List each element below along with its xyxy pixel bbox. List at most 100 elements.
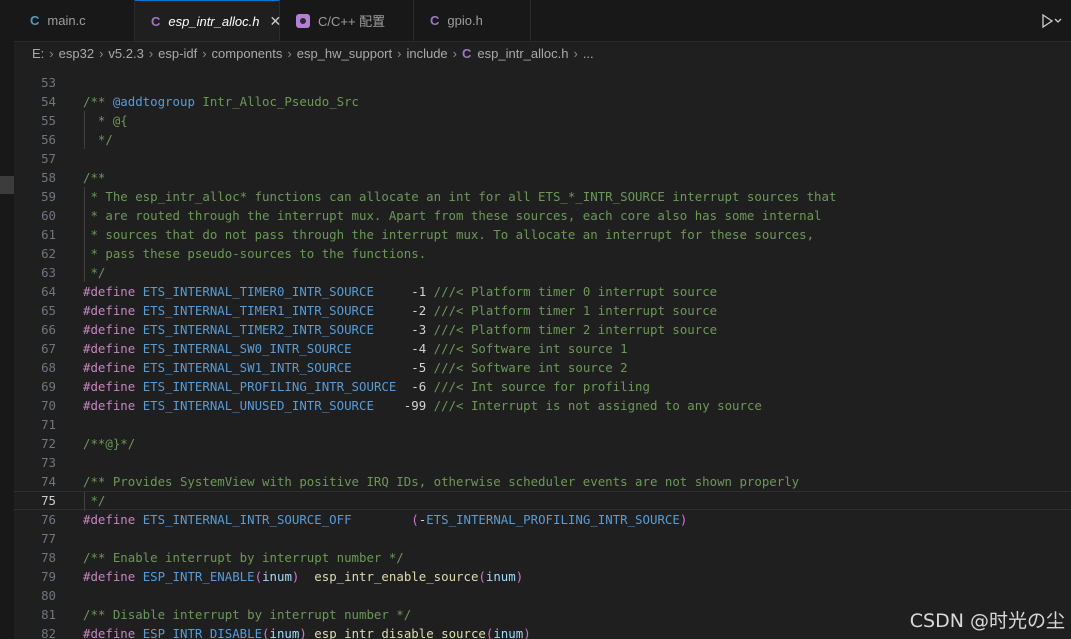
code-token: */: [83, 493, 106, 508]
code-token: * are routed through the interrupt mux. …: [83, 208, 822, 223]
tab-main-c[interactable]: C main.c: [14, 0, 135, 41]
code-token: inum: [493, 626, 524, 639]
code-line[interactable]: 62 * pass these pseudo-sources to the fu…: [14, 244, 1071, 263]
breadcrumb-item-file[interactable]: esp_intr_alloc.h: [477, 46, 568, 61]
line-number: 57: [41, 151, 56, 166]
code-line[interactable]: 72 /**@}*/: [14, 434, 1071, 453]
line-number: 64: [41, 284, 56, 299]
line-number: 61: [41, 227, 56, 242]
code-editor[interactable]: 53 54 /** @addtogroup Intr_Alloc_Pseudo_Sr…: [14, 64, 1071, 639]
c-header-icon: C: [462, 45, 472, 61]
settings-icon: [296, 13, 310, 28]
code-line[interactable]: 56 */: [14, 130, 1071, 149]
code-line[interactable]: 60 * are routed through the interrupt mu…: [14, 206, 1071, 225]
c-header-icon: C: [151, 13, 161, 29]
code-line[interactable]: 68 #define ETS_INTERNAL_SW1_INTR_SOURCE -…: [14, 358, 1071, 377]
line-number: 58: [41, 170, 56, 185]
code-token: * pass these pseudo-sources to the funct…: [83, 246, 427, 261]
code-text: */: [83, 130, 113, 149]
code-line[interactable]: 80: [14, 586, 1071, 605]
code-token: (: [254, 569, 263, 584]
line-number: 65: [41, 303, 56, 318]
code-text: /** Disable interrupt by interrupt numbe…: [83, 605, 411, 624]
breadcrumb-item-version[interactable]: v5.2.3: [108, 46, 143, 61]
code-line[interactable]: 71: [14, 415, 1071, 434]
tab-gpio-h[interactable]: C gpio.h: [414, 0, 531, 41]
code-line[interactable]: 79 #define ESP_INTR_ENABLE(inum) esp_intr…: [14, 567, 1071, 586]
breadcrumb-item-components[interactable]: components: [212, 46, 283, 61]
breadcrumb-item-symbols[interactable]: ...: [583, 46, 594, 61]
code-line[interactable]: 65 #define ETS_INTERNAL_TIMER1_INTR_SOURC…: [14, 301, 1071, 320]
code-line[interactable]: 78 /** Enable interrupt by interrupt numb…: [14, 548, 1071, 567]
code-line[interactable]: 75 */: [14, 491, 1071, 511]
code-text: */: [83, 263, 105, 282]
breadcrumb-item-esp32[interactable]: esp32: [59, 46, 94, 61]
code-token: inum: [485, 569, 516, 584]
code-token: ETS_INTERNAL_PROFILING_INTR_SOURCE: [426, 512, 680, 527]
code-line[interactable]: 54 /** @addtogroup Intr_Alloc_Pseudo_Src: [14, 92, 1071, 111]
code-token: #define: [83, 398, 136, 413]
code-line[interactable]: 74 /** Provides SystemView with positive …: [14, 472, 1071, 491]
line-number: 60: [41, 208, 56, 223]
breadcrumb-item-esp-hw-support[interactable]: esp_hw_support: [297, 46, 392, 61]
chevron-right-icon: ›: [573, 45, 578, 61]
run-debug-icon: [1042, 13, 1062, 28]
line-number: 59: [41, 189, 56, 204]
code-line[interactable]: 69 #define ETS_INTERNAL_PROFILING_INTR_SO…: [14, 377, 1071, 396]
line-number: 72: [41, 436, 56, 451]
code-text: /**@}*/: [83, 434, 135, 453]
code-token: /** Enable interrupt by interrupt number…: [83, 550, 404, 565]
code-token: -5: [411, 360, 427, 375]
run-debug-button[interactable]: [1031, 0, 1071, 41]
code-line[interactable]: 76 #define ETS_INTERNAL_INTR_SOURCE_OFF (…: [14, 510, 1071, 529]
code-line[interactable]: 58 /**: [14, 168, 1071, 187]
code-token: inum: [262, 569, 292, 584]
code-line[interactable]: 64 #define ETS_INTERNAL_TIMER0_INTR_SOURC…: [14, 282, 1071, 301]
chevron-right-icon: ›: [99, 45, 104, 61]
code-token: #define: [83, 322, 136, 337]
code-line[interactable]: 67 #define ETS_INTERNAL_SW0_INTR_SOURCE -…: [14, 339, 1071, 358]
code-token: ETS_INTERNAL_INTR_SOURCE_OFF: [142, 512, 352, 527]
line-number: 80: [41, 588, 56, 603]
code-line[interactable]: 55 * @{: [14, 111, 1071, 130]
code-line[interactable]: 57: [14, 149, 1071, 168]
c-header-icon: C: [430, 13, 440, 28]
code-token: ): [515, 569, 524, 584]
code-line[interactable]: 73: [14, 453, 1071, 472]
c-file-icon: C: [30, 13, 40, 28]
tab-esp-intr-alloc-h[interactable]: C esp_intr_alloc.h ✕: [135, 0, 281, 41]
code-token: /**: [83, 94, 113, 109]
code-token: ): [679, 512, 688, 527]
code-line[interactable]: 66 #define ETS_INTERNAL_TIMER2_INTR_SOURC…: [14, 320, 1071, 339]
code-line[interactable]: 70 #define ETS_INTERNAL_UNUSED_INTR_SOURC…: [14, 396, 1071, 415]
code-line[interactable]: 63 */: [14, 263, 1071, 282]
code-token: ///< Platform timer 1 interrupt source: [433, 303, 718, 318]
code-line[interactable]: 61 * sources that do not pass through th…: [14, 225, 1071, 244]
code-token: esp_intr_enable_source: [314, 569, 479, 584]
code-line[interactable]: 77: [14, 529, 1071, 548]
code-token: -99: [403, 398, 427, 413]
code-token: (: [478, 569, 486, 584]
breadcrumb-item-esp-idf[interactable]: esp-idf: [158, 46, 197, 61]
code-token: inum: [269, 626, 300, 639]
code-token: @addtogroup: [112, 94, 195, 109]
code-token: #define: [83, 626, 136, 639]
code-text: #define ETS_INTERNAL_UNUSED_INTR_SOURCE …: [83, 396, 762, 415]
breadcrumb-item-drive[interactable]: E:: [32, 46, 44, 61]
code-token: ETS_INTERNAL_TIMER0_INTR_SOURCE: [142, 284, 374, 299]
breadcrumb-item-include[interactable]: include: [406, 46, 447, 61]
code-line[interactable]: 53: [14, 73, 1071, 92]
code-token: Intr_Alloc_Pseudo_Src: [194, 94, 360, 109]
tab-cpp-config[interactable]: C/C++ 配置: [280, 0, 414, 41]
code-line[interactable]: 59 * The esp_intr_alloc* functions can a…: [14, 187, 1071, 206]
code-token: ETS_INTERNAL_TIMER2_INTR_SOURCE: [142, 322, 374, 337]
